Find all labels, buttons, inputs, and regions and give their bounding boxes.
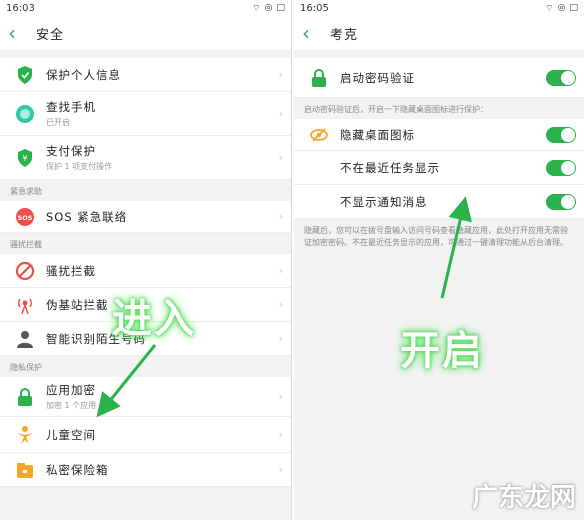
overlay-enable-text: 开启	[400, 328, 484, 374]
chevron-right-icon: ›	[278, 107, 283, 120]
safe-icon	[14, 459, 36, 481]
person-icon	[14, 328, 36, 350]
chevron-right-icon: ›	[278, 428, 283, 441]
watermark-text: 广东龙网	[471, 483, 576, 513]
list-item-sub: 加密 1 个应用	[46, 401, 97, 410]
list-item-sub: 保护 1 项支付操作	[46, 162, 113, 171]
child-icon	[14, 424, 36, 446]
page-title: 考克	[330, 27, 359, 43]
lock-icon	[308, 67, 330, 89]
status-icons: ⌔ ◎ □	[545, 3, 578, 14]
back-icon[interactable]: ‹	[302, 23, 322, 43]
status-time: 16:05	[300, 2, 329, 14]
list-item-protect-info[interactable]: 保护个人信息 ›	[0, 58, 291, 92]
list-item-private-safe[interactable]: 私密保险箱 ›	[0, 453, 291, 487]
wifi-icon: ⌔	[545, 3, 554, 14]
svg-text:¥: ¥	[22, 154, 27, 163]
svg-text:SOS: SOS	[18, 214, 33, 222]
list-item-app-encrypt[interactable]: 应用加密 加密 1 个应用 ›	[0, 377, 291, 417]
list-item-sub: 已开启	[46, 118, 70, 127]
tower-icon	[14, 294, 36, 316]
list-item-find-phone[interactable]: 查找手机 已开启 ›	[0, 92, 291, 136]
battery-icon: □	[276, 3, 285, 13]
page-title: 安全	[36, 27, 65, 43]
battery-icon: □	[569, 3, 578, 13]
setting-hide-icon: 隐藏桌面图标	[294, 119, 584, 151]
section-label-emergency: 紧急求助	[0, 180, 291, 201]
list-item-label: 查找手机	[46, 100, 96, 114]
hidden-eye-icon	[308, 124, 330, 146]
password-verify-toggle[interactable]	[546, 69, 576, 86]
shield-check-icon	[14, 64, 36, 86]
chevron-right-icon: ›	[278, 298, 283, 311]
setting-not-in-recents: 不在最近任务显示	[294, 151, 584, 185]
alarm-icon: ◎	[264, 3, 273, 13]
no-notification-toggle[interactable]	[546, 193, 576, 210]
list-item-sos[interactable]: SOS SOS 紧急联络 ›	[0, 201, 291, 233]
setting-no-notification: 不显示通知消息	[294, 185, 584, 219]
chevron-right-icon: ›	[278, 463, 283, 476]
list-item-harass-block[interactable]: 骚扰拦截 ›	[0, 254, 291, 288]
chevron-right-icon: ›	[278, 68, 283, 81]
setting-label: 不在最近任务显示	[340, 160, 440, 175]
setting-label: 不显示通知消息	[340, 194, 428, 209]
alarm-icon: ◎	[557, 3, 566, 13]
section-hint: 启动密码验证后，开启一下隐藏桌面图标进行保护：	[294, 98, 584, 119]
setting-password-verify: 启动密码验证	[294, 58, 584, 98]
wifi-icon: ⌔	[252, 3, 261, 14]
explanation-note: 隐藏后，您可以在拨号盘输入访问号码查看隐藏应用，此处打开应用无需验证加密密码。不…	[294, 219, 584, 255]
hide-icon-toggle[interactable]	[546, 126, 576, 143]
chevron-right-icon: ›	[278, 264, 283, 277]
payment-shield-icon: ¥	[14, 147, 36, 169]
list-item-payment-protect[interactable]: ¥ 支付保护 保护 1 项支付操作 ›	[0, 136, 291, 180]
status-icons: ⌔ ◎ □	[252, 3, 285, 14]
chevron-right-icon: ›	[278, 151, 283, 164]
chevron-right-icon: ›	[278, 332, 283, 345]
back-icon[interactable]: ‹	[8, 23, 28, 43]
status-bar: 16:05 ⌔ ◎ □	[294, 0, 584, 16]
page-header: ‹ 考克	[294, 16, 584, 50]
list-item-label: 私密保险箱	[46, 462, 109, 477]
list-item-label: SOS 紧急联络	[46, 209, 128, 224]
overlay-enter-text: 进入	[112, 296, 196, 342]
list-item-kids-space[interactable]: 儿童空间 ›	[0, 417, 291, 453]
section-label-intercept: 骚扰拦截	[0, 233, 291, 254]
setting-label: 隐藏桌面图标	[340, 127, 415, 142]
chevron-right-icon: ›	[278, 210, 283, 223]
left-screen: 16:03 ⌔ ◎ □ ‹ 安全 保护个人信息 › 查找手机 已开启 › ¥ 支…	[0, 0, 292, 520]
list-item-label: 儿童空间	[46, 427, 96, 442]
list-item-label: 保护个人信息	[46, 67, 121, 82]
list-item-label: 支付保护	[46, 144, 96, 158]
block-icon	[14, 260, 36, 282]
chevron-right-icon: ›	[278, 390, 283, 403]
list-item-label: 应用加密	[46, 383, 96, 397]
lock-icon	[14, 386, 36, 408]
page-header: ‹ 安全	[0, 16, 291, 50]
section-label-privacy: 隐私保护	[0, 356, 291, 377]
list-item-label: 骚扰拦截	[46, 263, 96, 278]
right-screen: 16:05 ⌔ ◎ □ ‹ 考克 启动密码验证 启动密码验证后，开启一下隐藏桌面…	[294, 0, 584, 520]
not-in-recents-toggle[interactable]	[546, 159, 576, 176]
status-bar: 16:03 ⌔ ◎ □	[0, 0, 291, 16]
find-phone-icon	[14, 103, 36, 125]
setting-label: 启动密码验证	[340, 70, 415, 85]
sos-icon: SOS	[14, 206, 36, 228]
status-time: 16:03	[6, 2, 35, 14]
